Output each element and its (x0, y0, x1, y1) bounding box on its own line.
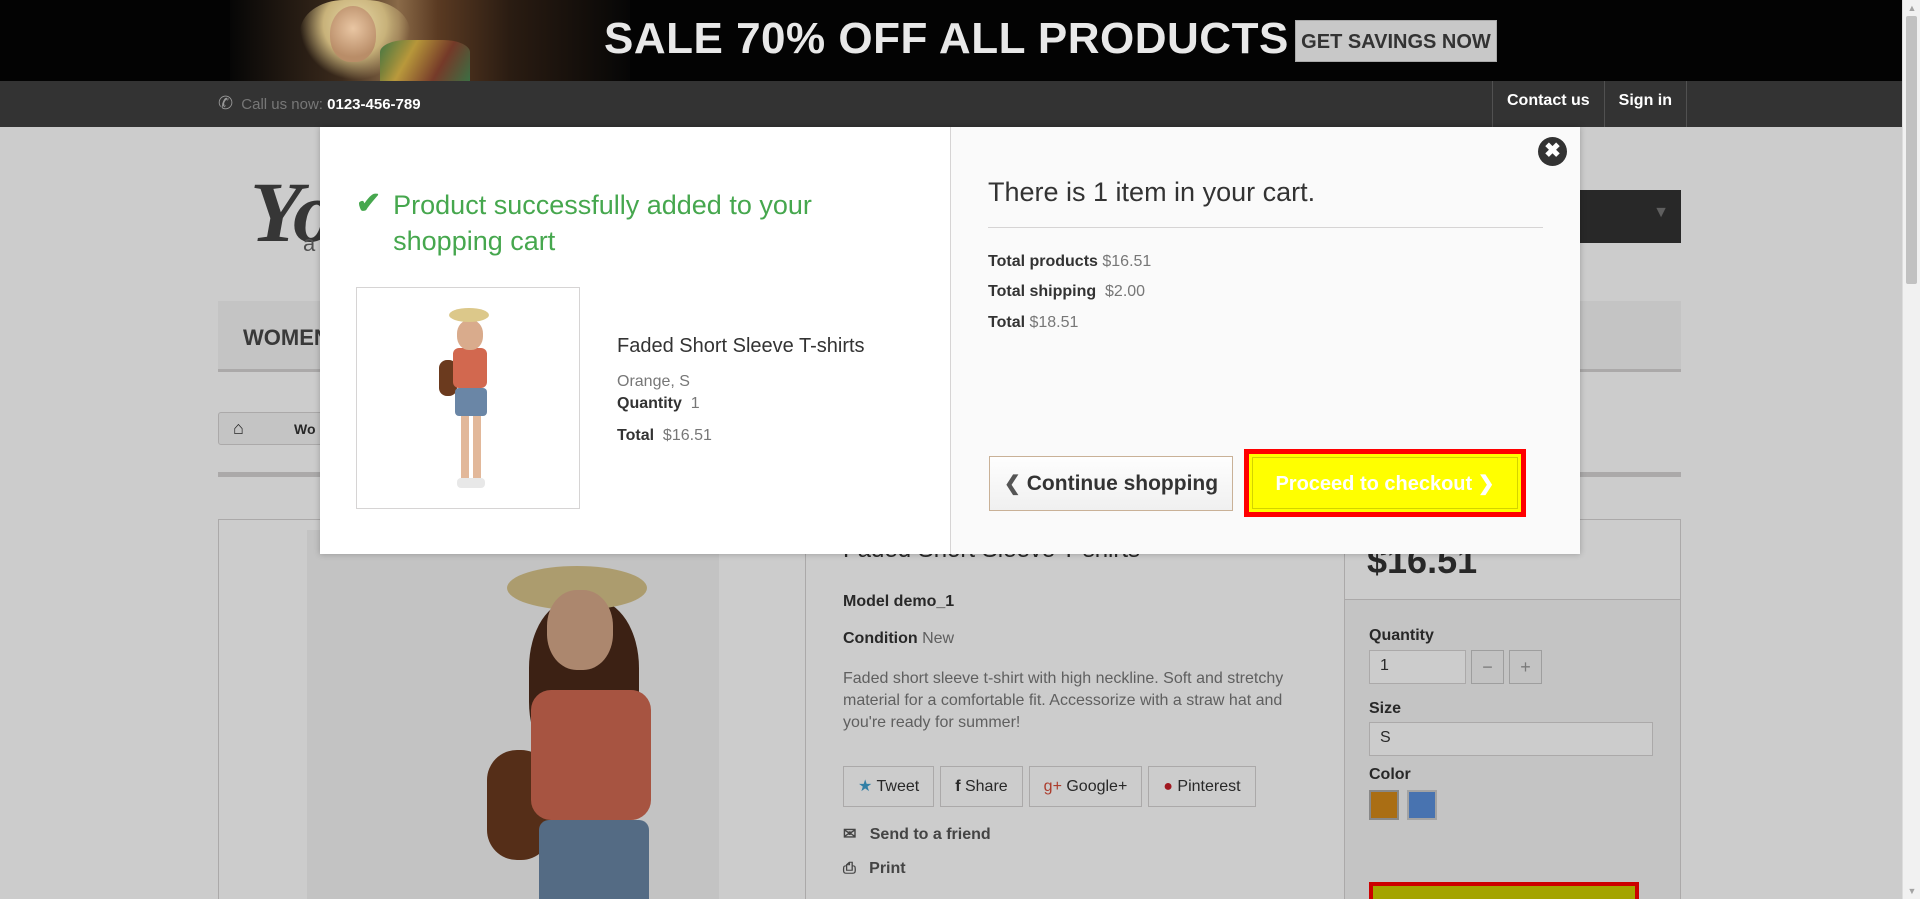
total-products-value: $16.51 (1102, 253, 1152, 270)
continue-shopping-label: Continue shopping (1026, 472, 1219, 495)
proceed-to-checkout-button[interactable]: Proceed to checkout ❯ (1244, 449, 1526, 517)
phone-number: 0123-456-789 (327, 96, 421, 113)
cart-summary-panel: There is 1 item in your cart. Total prod… (950, 127, 1580, 554)
page-scrollbar[interactable]: ▲ ▼ (1902, 0, 1920, 899)
proceed-to-checkout-inner[interactable]: Proceed to checkout ❯ (1252, 457, 1518, 509)
cart-confirmation-modal: ✔ Product successfully added to your sho… (320, 127, 1580, 554)
chevron-left-icon: ❮ (1004, 473, 1021, 495)
total-shipping-value: $2.00 (1105, 283, 1146, 300)
added-product-total: Total $16.51 (617, 427, 712, 445)
divider (988, 227, 1543, 228)
checkmark-icon: ✔ (356, 187, 382, 220)
phone-info: ✆ Call us now: 0123-456-789 (218, 93, 421, 114)
proceed-to-checkout-label: Proceed to checkout (1275, 473, 1473, 495)
banner-headline: SALE 70% OFF ALL PRODUCTS (604, 14, 1289, 63)
total-shipping-label: Total shipping (988, 283, 1097, 300)
total-products-row: Total products $16.51 (988, 253, 1151, 271)
total-value: $16.51 (662, 427, 712, 444)
total-shipping-row: Total shipping $2.00 (988, 283, 1145, 301)
added-product-quantity: Quantity 1 (617, 395, 700, 413)
header-links: Contact us Sign in (1492, 81, 1687, 127)
quantity-value: 1 (690, 395, 700, 412)
get-savings-button[interactable]: GET SAVINGS NOW (1295, 20, 1497, 62)
scrollbar-thumb[interactable] (1906, 16, 1917, 284)
total-label: Total (617, 427, 655, 444)
quantity-label: Quantity (617, 395, 682, 412)
close-icon[interactable]: ✖ (1538, 137, 1567, 166)
phone-icon: ✆ (218, 93, 234, 113)
added-product-panel: ✔ Product successfully added to your sho… (320, 127, 950, 554)
continue-shopping-button[interactable]: ❮ Continue shopping (989, 456, 1233, 511)
chevron-right-icon: ❯ (1477, 473, 1495, 495)
total-products-label: Total products (988, 253, 1098, 270)
added-product-name: Faded Short Sleeve T-shirts (617, 335, 865, 357)
call-label: Call us now: (241, 96, 323, 113)
product-thumbnail (356, 287, 580, 509)
scroll-up-arrow-icon[interactable]: ▲ (1907, 3, 1917, 13)
sign-in-link[interactable]: Sign in (1603, 81, 1687, 127)
grand-total-label: Total (988, 314, 1026, 331)
success-text: Product successfully added to your shopp… (393, 190, 812, 256)
contact-us-link[interactable]: Contact us (1492, 81, 1604, 127)
grand-total-value: $18.51 (1029, 314, 1079, 331)
scroll-down-arrow-icon[interactable]: ▼ (1907, 886, 1917, 896)
cart-count-title: There is 1 item in your cart. (988, 177, 1316, 207)
grand-total-row: Total $18.51 (988, 314, 1078, 332)
added-product-attributes: Orange, S (617, 373, 690, 390)
promo-banner[interactable]: SALE 70% OFF ALL PRODUCTS GET SAVINGS NO… (0, 0, 1920, 81)
success-message: ✔ Product successfully added to your sho… (356, 187, 813, 259)
banner-model-image (230, 0, 630, 81)
top-nav-bar: ✆ Call us now: 0123-456-789 Contact us S… (0, 81, 1902, 127)
